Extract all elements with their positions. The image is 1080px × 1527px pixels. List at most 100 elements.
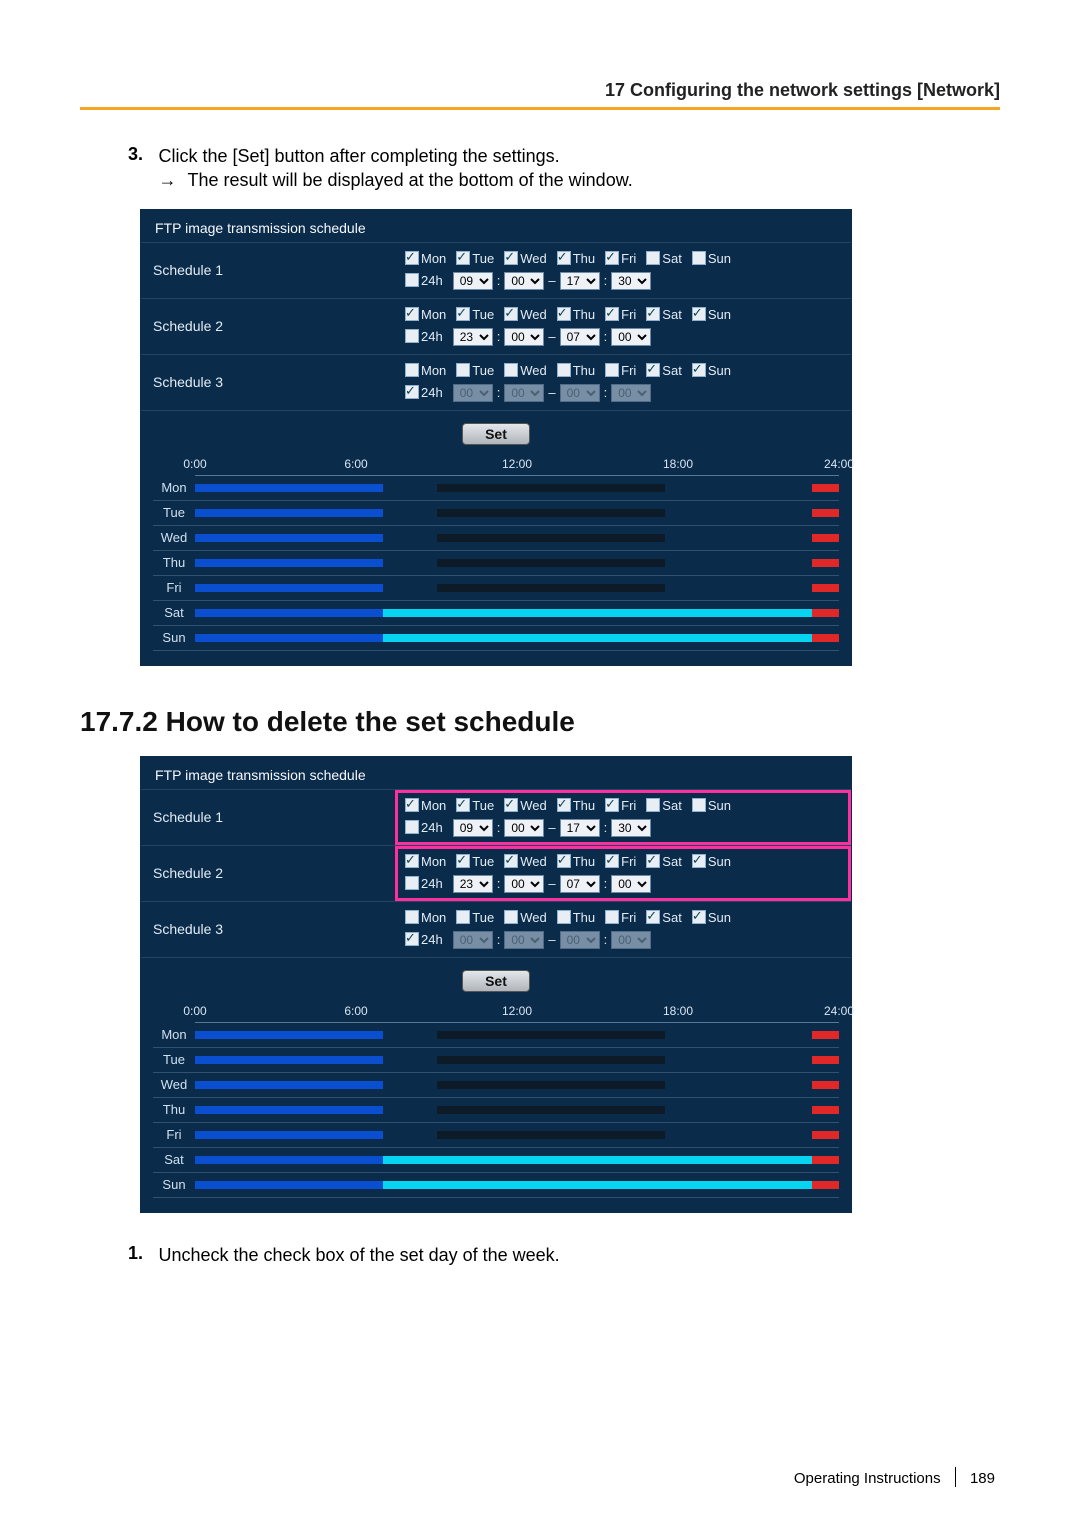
day-label: Sun [708, 910, 731, 925]
day-checkbox[interactable] [646, 307, 660, 321]
day-checkbox[interactable] [456, 910, 470, 924]
time-select[interactable]: 00 [611, 328, 651, 346]
time-select[interactable]: 00 [504, 875, 544, 893]
day-label: Wed [520, 910, 547, 925]
axis-tick: 24:00 [824, 1004, 854, 1018]
day-checkbox[interactable] [605, 307, 619, 321]
day-checkbox[interactable] [557, 798, 571, 812]
day-label: Fri [621, 798, 636, 813]
time-select[interactable]: 17 [560, 819, 600, 837]
timeline-bar-schedule2 [812, 609, 839, 617]
schedule-label: Schedule 1 [141, 790, 395, 845]
day-checkbox[interactable] [405, 910, 419, 924]
time-select[interactable]: 23 [453, 328, 493, 346]
24h-checkbox[interactable] [405, 876, 419, 890]
time-select[interactable]: 00 [504, 272, 544, 290]
day-checkbox[interactable] [456, 251, 470, 265]
time-select[interactable]: 00 [504, 819, 544, 837]
day-label: Fri [621, 307, 636, 322]
time-select[interactable]: 07 [560, 328, 600, 346]
time-select[interactable]: 17 [560, 272, 600, 290]
day-checkbox[interactable] [692, 363, 706, 377]
day-checkbox[interactable] [504, 910, 518, 924]
timeline-axis: 0:006:0012:0018:0024:00 [195, 1002, 839, 1023]
24h-label: 24h [421, 932, 443, 947]
24h-label: 24h [421, 273, 443, 288]
time-select[interactable]: 07 [560, 875, 600, 893]
timeline-row: Sat [153, 1148, 839, 1173]
day-label: Sat [662, 251, 682, 266]
day-checkbox[interactable] [456, 854, 470, 868]
day-checkbox[interactable] [692, 307, 706, 321]
time-select[interactable]: 30 [611, 272, 651, 290]
timeline-row: Sun [153, 1173, 839, 1198]
day-checkbox[interactable] [557, 854, 571, 868]
day-checkbox[interactable] [405, 251, 419, 265]
day-label: Thu [573, 910, 595, 925]
day-checkbox[interactable] [557, 251, 571, 265]
timeline-track [195, 1103, 839, 1117]
day-checkbox[interactable] [646, 251, 660, 265]
time-select[interactable]: 09 [453, 272, 493, 290]
schedule-body: MonTueWedThuFriSatSun24h09:00–17:30 [395, 243, 851, 298]
day-checkbox[interactable] [456, 307, 470, 321]
24h-checkbox[interactable] [405, 820, 419, 834]
day-checkbox[interactable] [692, 910, 706, 924]
time-select[interactable]: 30 [611, 819, 651, 837]
timeline-day-label: Tue [153, 505, 195, 520]
step-1: 1. Uncheck the check box of the set day … [128, 1243, 1000, 1267]
time-dash: – [548, 932, 555, 947]
day-checkbox[interactable] [557, 307, 571, 321]
day-checkbox[interactable] [605, 854, 619, 868]
day-checkbox[interactable] [405, 307, 419, 321]
time-select[interactable]: 00 [504, 328, 544, 346]
day-checkbox[interactable] [692, 854, 706, 868]
footer-separator [955, 1467, 956, 1487]
day-checkbox[interactable] [405, 363, 419, 377]
day-checkbox[interactable] [646, 854, 660, 868]
time-select[interactable]: 00 [611, 875, 651, 893]
day-label: Wed [520, 363, 547, 378]
24h-checkbox[interactable] [405, 273, 419, 287]
time-select[interactable]: 09 [453, 819, 493, 837]
time-select[interactable]: 23 [453, 875, 493, 893]
set-button[interactable]: Set [462, 970, 530, 992]
timeline-day-label: Sun [153, 630, 195, 645]
day-label: Mon [421, 798, 446, 813]
day-checkbox[interactable] [692, 798, 706, 812]
day-checkbox[interactable] [605, 363, 619, 377]
day-checkbox[interactable] [646, 910, 660, 924]
24h-checkbox[interactable] [405, 932, 419, 946]
day-checkbox[interactable] [504, 854, 518, 868]
step-3: 3. Click the [Set] button after completi… [128, 144, 1000, 193]
day-checkbox[interactable] [605, 798, 619, 812]
day-checkbox[interactable] [405, 854, 419, 868]
day-checkbox[interactable] [405, 798, 419, 812]
day-checkbox[interactable] [504, 363, 518, 377]
24h-checkbox[interactable] [405, 329, 419, 343]
day-checkbox[interactable] [692, 251, 706, 265]
timeline-bar-schedule2 [195, 1031, 383, 1039]
day-checkbox[interactable] [557, 363, 571, 377]
day-checkbox[interactable] [646, 798, 660, 812]
day-checkbox[interactable] [456, 363, 470, 377]
colon: : [604, 932, 608, 947]
timeline-row: Fri [153, 576, 839, 601]
timeline-day-label: Mon [153, 480, 195, 495]
day-checkbox[interactable] [456, 798, 470, 812]
day-checkbox[interactable] [646, 363, 660, 377]
set-button[interactable]: Set [462, 423, 530, 445]
day-checkbox[interactable] [504, 307, 518, 321]
colon: : [497, 820, 501, 835]
24h-checkbox[interactable] [405, 385, 419, 399]
timeline-bar-schedule1 [437, 1056, 665, 1064]
day-checkbox[interactable] [605, 910, 619, 924]
timeline-bar-schedule2 [812, 1131, 839, 1139]
schedule-panel-2: FTP image transmission schedule Schedule… [140, 756, 852, 1213]
day-checkbox[interactable] [557, 910, 571, 924]
timeline-row: Thu [153, 1098, 839, 1123]
day-checkbox[interactable] [605, 251, 619, 265]
timeline-bar-schedule1 [437, 509, 665, 517]
day-checkbox[interactable] [504, 798, 518, 812]
day-checkbox[interactable] [504, 251, 518, 265]
